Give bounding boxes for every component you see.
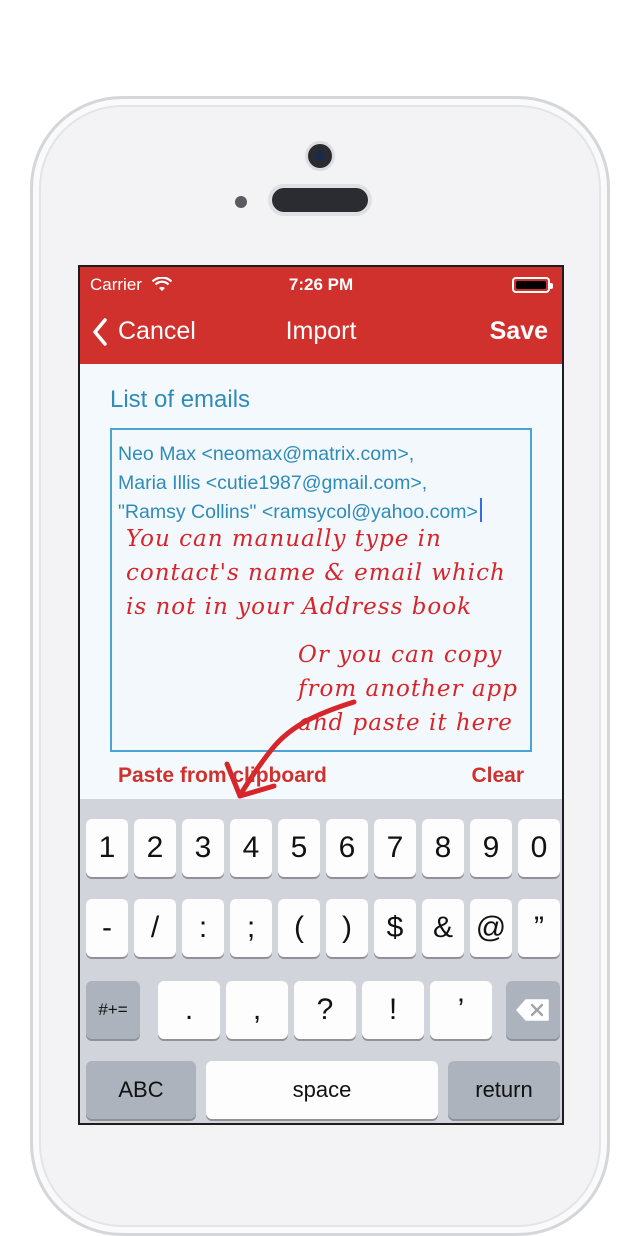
email-line: Maria Illis <cutie1987@gmail.com>, <box>118 472 428 494</box>
front-camera <box>308 144 332 168</box>
import-form: List of emails Neo Max <neomax@matrix.co… <box>80 364 562 799</box>
key-6[interactable]: 6 <box>326 819 368 877</box>
emails-text-area[interactable]: Neo Max <neomax@matrix.com>, Maria Illis… <box>110 428 532 799</box>
key-at[interactable]: @ <box>470 899 512 957</box>
abc-key[interactable]: ABC <box>86 1061 196 1119</box>
clear-button[interactable]: Clear <box>471 764 524 788</box>
emails-text: Neo Max <neomax@matrix.com>, Maria Illis… <box>118 440 482 527</box>
key-period[interactable]: . <box>158 981 220 1039</box>
key-exclamation[interactable]: ! <box>362 981 424 1039</box>
key-2[interactable]: 2 <box>134 819 176 877</box>
earpiece-speaker <box>272 188 368 212</box>
key-7[interactable]: 7 <box>374 819 416 877</box>
key-semicolon[interactable]: ; <box>230 899 272 957</box>
symbols-key[interactable]: #+= <box>86 981 140 1039</box>
key-comma[interactable]: , <box>226 981 288 1039</box>
save-button[interactable]: Save <box>490 317 548 346</box>
key-hyphen[interactable]: - <box>86 899 128 957</box>
key-4[interactable]: 4 <box>230 819 272 877</box>
key-colon[interactable]: : <box>182 899 224 957</box>
backspace-icon <box>516 999 549 1021</box>
paste-from-clipboard-button[interactable]: Paste from clipboard <box>118 764 327 788</box>
key-5[interactable]: 5 <box>278 819 320 877</box>
key-9[interactable]: 9 <box>470 819 512 877</box>
navigation-bar: Carrier 7:26 PM Cancel Import Save <box>80 267 562 364</box>
key-ampersand[interactable]: & <box>422 899 464 957</box>
key-0[interactable]: 0 <box>518 819 560 877</box>
annotation-manual-entry: You can manually type in contact's name … <box>126 526 506 620</box>
key-1[interactable]: 1 <box>86 819 128 877</box>
battery-icon <box>512 277 553 293</box>
keyboard: 1 2 3 4 5 6 7 8 9 0 - / : ; ( ) $ & @ ” … <box>80 799 562 1123</box>
key-dollar[interactable]: $ <box>374 899 416 957</box>
key-close-paren[interactable]: ) <box>326 899 368 957</box>
key-open-paren[interactable]: ( <box>278 899 320 957</box>
clock: 7:26 PM <box>288 275 354 294</box>
key-question[interactable]: ? <box>294 981 356 1039</box>
proximity-sensor <box>235 196 247 208</box>
status-bar: Carrier 7:26 PM <box>80 267 562 303</box>
nav-row: Cancel Import Save <box>80 313 562 353</box>
emails-section-label: List of emails <box>110 386 251 413</box>
space-key[interactable]: space <box>206 1061 438 1119</box>
email-line: "Ramsy Collins" <ramsycol@yahoo.com> <box>118 501 478 523</box>
key-3[interactable]: 3 <box>182 819 224 877</box>
text-cursor <box>479 498 482 522</box>
key-apostrophe[interactable]: ’ <box>430 981 492 1039</box>
key-slash[interactable]: / <box>134 899 176 957</box>
action-row: Paste from clipboard Clear <box>80 764 562 794</box>
key-quote[interactable]: ” <box>518 899 560 957</box>
delete-key[interactable] <box>506 981 560 1039</box>
email-line: Neo Max <neomax@matrix.com>, <box>118 443 415 465</box>
screen: Carrier 7:26 PM Cancel Import Save List … <box>78 265 564 1125</box>
key-8[interactable]: 8 <box>422 819 464 877</box>
return-key[interactable]: return <box>448 1061 560 1119</box>
